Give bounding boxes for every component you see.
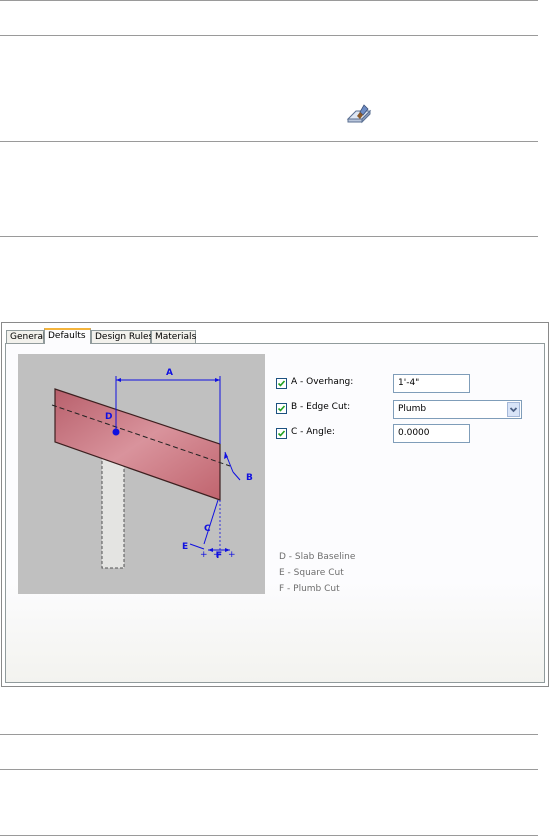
legend-item: E - Square Cut <box>279 568 344 578</box>
edge-cut-value: Plumb <box>398 404 427 414</box>
baseline-point-d <box>112 428 120 436</box>
diagram-label-d: D <box>105 412 113 422</box>
svg-text:+: + <box>228 550 236 560</box>
check-icon <box>277 380 286 387</box>
legend-item: D - Slab Baseline <box>279 552 356 562</box>
divider-line <box>0 236 538 237</box>
tab-materials[interactable]: Materials <box>151 330 196 343</box>
tab-general[interactable]: General <box>6 330 45 343</box>
divider-line <box>0 835 538 836</box>
edge-cut-select[interactable]: Plumb <box>393 400 522 419</box>
edge-cut-checkbox[interactable] <box>276 403 287 414</box>
divider-line <box>0 35 538 36</box>
tab-defaults[interactable]: Defaults <box>44 328 91 344</box>
diagram-label-e: E <box>182 542 189 552</box>
tab-strip: General Defaults Design Rules Materials <box>2 328 548 344</box>
edge-cut-label: B - Edge Cut: <box>291 402 351 412</box>
slab-edge-diagram: + + + A D B C E F <box>18 354 265 594</box>
column-shape <box>101 455 125 569</box>
divider-line <box>0 141 538 142</box>
diagram-label-b: B <box>246 473 253 483</box>
chevron-down-icon[interactable] <box>507 402 520 417</box>
angle-field[interactable]: 0.0000 <box>393 424 470 443</box>
diagram-label-f: F <box>216 551 223 561</box>
angle-label: C - Angle: <box>291 427 335 437</box>
overhang-checkbox[interactable] <box>276 378 287 389</box>
overhang-field[interactable]: 1'-4" <box>393 374 470 393</box>
overhang-label: A - Overhang: <box>291 377 354 387</box>
tab-panel-defaults: + + + A D B C E F A - Overhang: 1'-4" B … <box>5 343 545 683</box>
divider-line <box>0 769 538 770</box>
legend-item: F - Plumb Cut <box>279 584 340 594</box>
diagram-label-a: A <box>166 368 173 378</box>
svg-text:+: + <box>200 550 208 560</box>
paint-brush-icon[interactable] <box>346 103 374 125</box>
slab-shape <box>54 388 221 501</box>
properties-dialog: General Defaults Design Rules Materials <box>1 322 549 687</box>
check-icon <box>277 430 286 437</box>
tab-design-rules[interactable]: Design Rules <box>91 330 153 343</box>
divider-line <box>0 734 538 735</box>
diagram-label-c: C <box>204 524 211 534</box>
angle-checkbox[interactable] <box>276 428 287 439</box>
check-icon <box>277 405 286 412</box>
divider-line <box>0 0 538 1</box>
